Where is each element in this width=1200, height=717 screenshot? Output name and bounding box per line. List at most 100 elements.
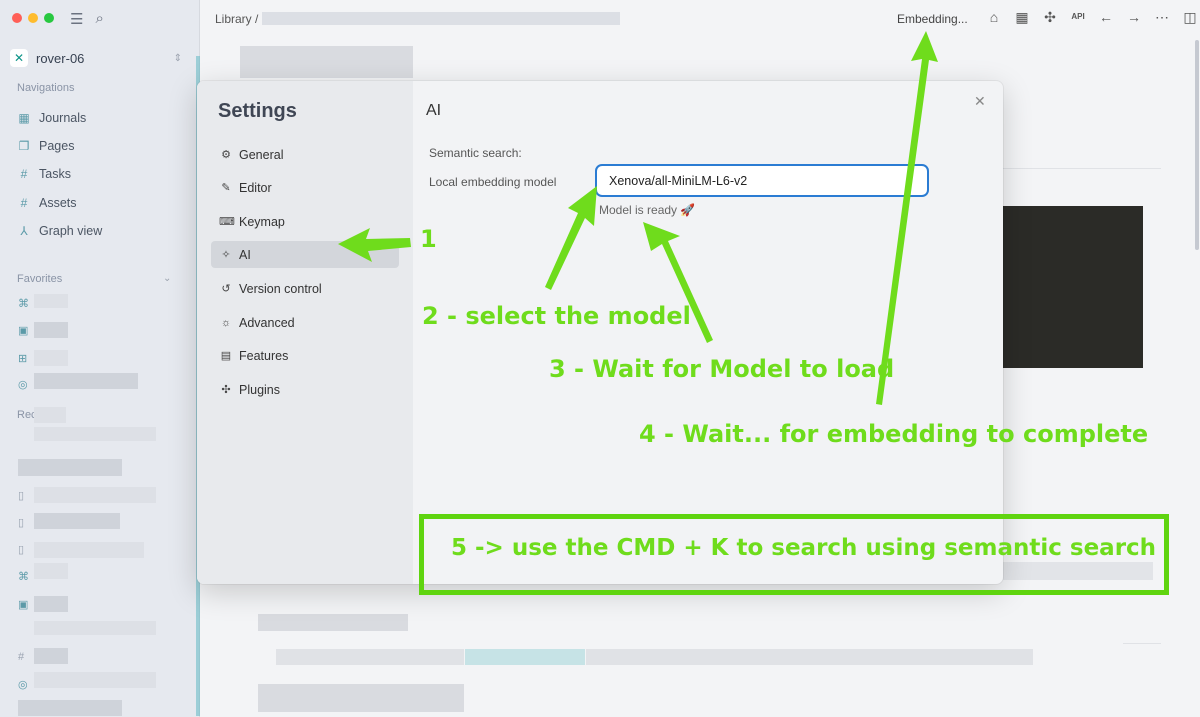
right-sidebar-toggle-icon[interactable]: ◫: [1183, 9, 1197, 26]
menu-label: AI: [239, 247, 251, 262]
sidebar-item-journals[interactable]: ▦ Journals: [17, 108, 86, 128]
menu-label: Keymap: [239, 214, 285, 229]
embedding-model-select[interactable]: [595, 164, 929, 197]
main-scrollbar[interactable]: [1195, 40, 1199, 250]
redacted-recent[interactable]: [34, 513, 120, 529]
redacted-favorite[interactable]: [34, 350, 68, 366]
menu-label: Editor: [239, 180, 272, 195]
settings-modal: Settings ⚙ General ✎ Editor ⌨ Keymap ✧ A…: [197, 81, 1003, 584]
redacted-recent[interactable]: [34, 672, 156, 688]
sidebar-item-label: Assets: [39, 196, 77, 210]
annotation-step-2: 2 - select the model: [422, 302, 691, 330]
settings-item-version-control[interactable]: ↺ Version control: [211, 275, 399, 302]
left-sidebar: ☰ ⌕ ✕ rover-06 ⇕ Navigations ▦ Journals …: [0, 0, 200, 717]
page-icon: ⊞: [18, 353, 28, 365]
settings-item-editor[interactable]: ✎ Editor: [211, 174, 399, 201]
hash-icon: #: [20, 167, 28, 181]
settings-item-features[interactable]: ▤ Features: [211, 342, 399, 369]
semantic-search-label: Semantic search:: [429, 146, 522, 160]
sidebar-item-pages[interactable]: ❐ Pages: [17, 136, 75, 156]
more-icon[interactable]: ⋯: [1155, 9, 1169, 26]
menu-icon[interactable]: ☰: [70, 10, 83, 28]
breadcrumb[interactable]: Library /: [215, 12, 258, 26]
settings-item-general[interactable]: ⚙ General: [211, 141, 399, 168]
redacted-page-heading: [240, 46, 413, 78]
graph-selector[interactable]: ✕ rover-06 ⇕: [10, 46, 190, 70]
page-icon: ▣: [18, 325, 29, 337]
minimize-window-button[interactable]: [28, 13, 38, 23]
page-icon: ◎: [18, 379, 28, 391]
redacted-text: [276, 649, 464, 665]
settings-item-ai[interactable]: ✧ AI: [211, 241, 399, 268]
settings-nav: Settings ⚙ General ✎ Editor ⌨ Keymap ✧ A…: [197, 81, 413, 584]
redacted-recent[interactable]: [34, 596, 68, 612]
editor-icon: ✎: [221, 182, 231, 194]
close-icon[interactable]: ✕: [974, 93, 986, 110]
calendar-icon: ▦: [18, 111, 30, 125]
sidebar-item-tasks[interactable]: # Tasks: [17, 164, 71, 184]
settings-item-keymap[interactable]: ⌨ Keymap: [211, 208, 399, 235]
graph-logo-icon: ✕: [10, 49, 28, 67]
close-window-button[interactable]: [12, 13, 22, 23]
settings-item-plugins[interactable]: ✣ Plugins: [211, 376, 399, 403]
sidebar-item-graph-view[interactable]: ⅄ Graph view: [17, 221, 102, 241]
navigations-heading: Navigations: [17, 82, 75, 94]
home-icon[interactable]: ⌂: [987, 9, 1001, 26]
page-icon: ◎: [18, 679, 28, 691]
divider: [1123, 643, 1161, 644]
redacted-recent[interactable]: [34, 407, 66, 423]
hash-icon: #: [20, 196, 28, 210]
model-status: Model is ready 🚀: [599, 203, 696, 217]
keyboard-icon: ⌨: [219, 216, 235, 228]
redacted-heading: [258, 684, 464, 712]
calendar-icon[interactable]: ▦: [1015, 9, 1029, 26]
menu-label: Advanced: [239, 315, 295, 330]
redacted-recent[interactable]: [34, 563, 68, 579]
magic-wand-icon: ✧: [221, 249, 231, 261]
chevron-down-icon[interactable]: ⌄: [163, 273, 171, 284]
sidebar-item-label: Pages: [39, 139, 75, 153]
sidebar-item-label: Graph view: [39, 224, 103, 238]
sliders-icon: ⚙: [221, 149, 231, 161]
page-icon: ▯: [18, 544, 25, 556]
embedding-status: Embedding...: [897, 12, 968, 26]
history-icon: ↺: [221, 283, 231, 295]
redacted-text: [258, 614, 408, 631]
menu-label: Features: [239, 348, 289, 363]
redacted-recent[interactable]: [34, 487, 156, 503]
section-heading: AI: [426, 102, 442, 119]
redacted-favorite[interactable]: [34, 322, 68, 338]
puzzle-icon: ✣: [221, 384, 231, 396]
redacted-recent[interactable]: [34, 427, 156, 441]
back-arrow-icon[interactable]: ←: [1099, 9, 1113, 26]
api-icon[interactable]: API: [1071, 9, 1085, 26]
annotation-step-1: 1: [420, 225, 437, 253]
page-icon: ▯: [18, 517, 25, 529]
redacted-page-title: [262, 12, 620, 25]
annotation-step-5: 5 -> use the CMD + K to search using sem…: [451, 535, 1157, 561]
pages-icon: ❐: [18, 139, 30, 153]
redacted-recent[interactable]: [34, 542, 144, 558]
local-embedding-model-label: Local embedding model: [429, 175, 557, 189]
top-bar: Library / Embedding... ⌂ ▦ ✣ API ← → ⋯ ◫: [200, 0, 1200, 38]
forward-arrow-icon[interactable]: →: [1127, 9, 1141, 26]
redacted-recent[interactable]: [18, 700, 122, 716]
puzzle-icon[interactable]: ✣: [1043, 9, 1057, 26]
menu-label: Version control: [239, 281, 322, 296]
redacted-recent[interactable]: [18, 459, 122, 476]
redacted-favorite[interactable]: [34, 373, 138, 389]
settings-item-advanced[interactable]: ☼ Advanced: [211, 309, 399, 336]
favorites-heading: Favorites: [17, 273, 63, 285]
settings-title: Settings: [218, 100, 297, 122]
sidebar-item-assets[interactable]: # Assets: [17, 193, 77, 213]
window-controls: [12, 13, 54, 23]
redacted-recent[interactable]: [34, 621, 156, 635]
redacted-recent[interactable]: [34, 648, 68, 664]
redacted-favorite[interactable]: [34, 294, 68, 308]
page-icon: ⌘: [18, 298, 29, 310]
redacted-link: [465, 649, 585, 665]
features-icon: ▤: [220, 350, 232, 362]
maximize-window-button[interactable]: [44, 13, 54, 23]
page-icon: ▯: [18, 490, 25, 502]
search-icon[interactable]: ⌕: [95, 10, 103, 28]
